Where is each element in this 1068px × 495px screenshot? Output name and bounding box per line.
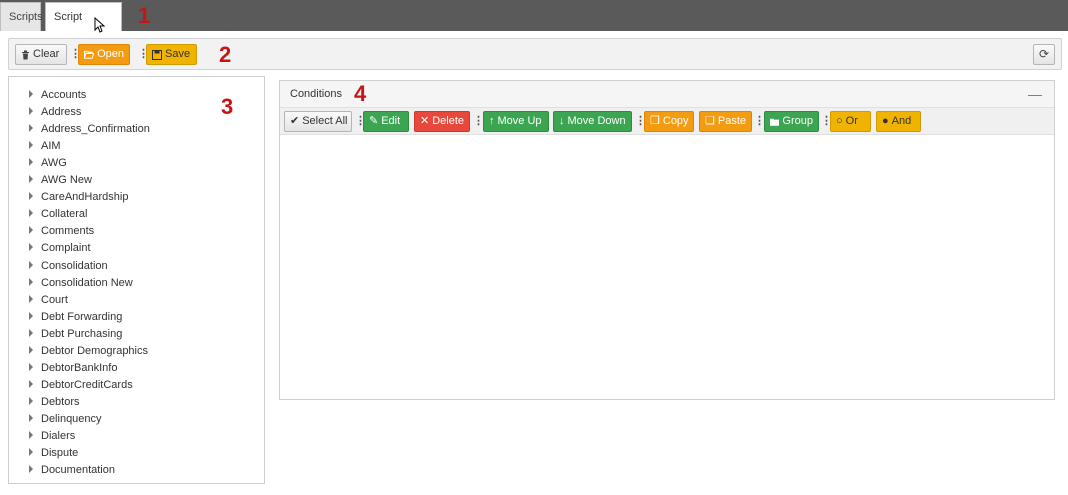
tree-item[interactable]: Debtor Demographics: [29, 343, 148, 359]
tree-item[interactable]: AWG: [29, 155, 67, 171]
save-button[interactable]: Save: [146, 44, 197, 65]
caret-right-icon: [29, 90, 33, 98]
toolbar-separator: ⋮: [754, 115, 765, 127]
delete-button[interactable]: ✕ Delete: [414, 111, 470, 132]
edit-button[interactable]: ✎ Edit: [363, 111, 409, 132]
caret-right-icon: [29, 209, 33, 217]
open-label: Open: [97, 48, 124, 60]
copy-icon: ❐: [650, 115, 660, 127]
pencil-icon: ✎: [369, 115, 379, 127]
tree-item[interactable]: AIM: [29, 138, 61, 154]
mouse-cursor-icon: [94, 17, 106, 33]
move-down-button[interactable]: ↓ Move Down: [553, 111, 632, 132]
save-label: Save: [165, 48, 191, 60]
refresh-icon: ⟳: [1038, 47, 1050, 61]
clear-label: Clear: [33, 48, 60, 60]
tree-item[interactable]: Accounts: [29, 87, 86, 103]
select-all-button[interactable]: ✔ Select All: [284, 111, 352, 132]
checkmark-icon: ✔: [290, 115, 300, 127]
or-button[interactable]: ○ Or: [830, 111, 871, 132]
annotation-marker-3: 3: [221, 94, 234, 119]
annotation-marker-1: 1: [138, 3, 151, 28]
tab-scripts[interactable]: Scripts: [0, 2, 43, 31]
tree-item[interactable]: CareAndHardship: [29, 189, 128, 205]
tree-item[interactable]: Debt Purchasing: [29, 326, 122, 342]
floppy-disk-icon: [152, 49, 162, 60]
caret-right-icon: [29, 431, 33, 439]
tree-item[interactable]: Documentation: [29, 462, 115, 478]
caret-right-icon: [29, 363, 33, 371]
caret-right-icon: [29, 141, 33, 149]
conditions-panel: Conditions — ✔ Select All ⋮ ✎ Edit ✕ Del…: [279, 80, 1055, 400]
toolbar-separator: ⋮: [821, 115, 832, 127]
caret-right-icon: [29, 397, 33, 405]
caret-right-icon: [29, 414, 33, 422]
tree-item[interactable]: Address: [29, 104, 81, 120]
tree-item[interactable]: Dispute: [29, 445, 78, 461]
caret-right-icon: [29, 380, 33, 388]
caret-right-icon: [29, 124, 33, 132]
copy-button[interactable]: ❐ Copy: [644, 111, 694, 132]
caret-right-icon: [29, 465, 33, 473]
tree-item[interactable]: Dialers: [29, 428, 75, 444]
move-up-button[interactable]: ↑ Move Up: [483, 111, 549, 132]
caret-right-icon: [29, 448, 33, 456]
tree-item[interactable]: Delinquency: [29, 411, 102, 427]
caret-right-icon: [29, 192, 33, 200]
caret-right-icon: [29, 243, 33, 251]
arrow-down-icon: ↓: [559, 115, 565, 127]
circle-filled-icon: ●: [882, 115, 889, 127]
tree-item[interactable]: Consolidation: [29, 258, 108, 274]
caret-right-icon: [29, 329, 33, 337]
folder-icon: [770, 118, 780, 126]
tree-item[interactable]: Consolidation New: [29, 275, 133, 291]
caret-right-icon: [29, 175, 33, 183]
folder-open-icon: [84, 50, 95, 59]
close-icon: ✕: [420, 115, 430, 127]
arrow-up-icon: ↑: [489, 115, 495, 127]
toolbar-separator: ⋮: [635, 115, 646, 127]
tab-bar: Scripts Script Query: [0, 0, 1068, 51]
toolbar-separator: ⋮: [138, 48, 149, 60]
tree-item[interactable]: Address_Confirmation: [29, 121, 150, 137]
refresh-button[interactable]: ⟳: [1033, 44, 1055, 65]
main-toolbar: Clear ⋮ Open ⋮ Save ⟳: [8, 38, 1062, 70]
circle-outline-icon: ○: [836, 115, 843, 127]
tree-item[interactable]: AWG New: [29, 172, 92, 188]
tree-item[interactable]: Comments: [29, 223, 94, 239]
conditions-toolbar: ✔ Select All ⋮ ✎ Edit ✕ Delete ⋮ ↑ Move …: [280, 108, 1054, 135]
and-button[interactable]: ● And: [876, 111, 921, 132]
toolbar-separator: ⋮: [355, 115, 366, 127]
tree-item[interactable]: Complaint: [29, 240, 91, 256]
paste-button[interactable]: ❏ Paste: [699, 111, 752, 132]
annotation-marker-4: 4: [354, 81, 367, 106]
tree-item[interactable]: DebtorBankInfo: [29, 360, 117, 376]
caret-right-icon: [29, 261, 33, 269]
open-button[interactable]: Open: [78, 44, 130, 65]
collapse-icon[interactable]: —: [1028, 87, 1042, 101]
table-tree-panel: Accounts Address Address_Confirmation AI…: [8, 76, 265, 484]
caret-right-icon: [29, 107, 33, 115]
tab-script-query[interactable]: Script Query: [45, 2, 122, 51]
caret-right-icon: [29, 278, 33, 286]
caret-right-icon: [29, 312, 33, 320]
caret-right-icon: [29, 158, 33, 166]
caret-right-icon: [29, 295, 33, 303]
toolbar-separator: ⋮: [70, 48, 81, 60]
tree-item[interactable]: DebtorCreditCards: [29, 377, 133, 393]
trash-icon: [22, 50, 29, 59]
conditions-header: Conditions —: [280, 81, 1054, 108]
paste-icon: ❏: [705, 115, 715, 127]
caret-right-icon: [29, 226, 33, 234]
tree-item[interactable]: Collateral: [29, 206, 87, 222]
annotation-marker-2: 2: [219, 42, 232, 67]
toolbar-separator: ⋮: [473, 115, 484, 127]
clear-button[interactable]: Clear: [15, 44, 67, 65]
tree-item[interactable]: Court: [29, 292, 68, 308]
caret-right-icon: [29, 346, 33, 354]
conditions-title: Conditions: [290, 88, 342, 100]
tree-item[interactable]: Debt Forwarding: [29, 309, 122, 325]
group-button[interactable]: Group: [764, 111, 819, 132]
tree-item[interactable]: Debtors: [29, 394, 80, 410]
